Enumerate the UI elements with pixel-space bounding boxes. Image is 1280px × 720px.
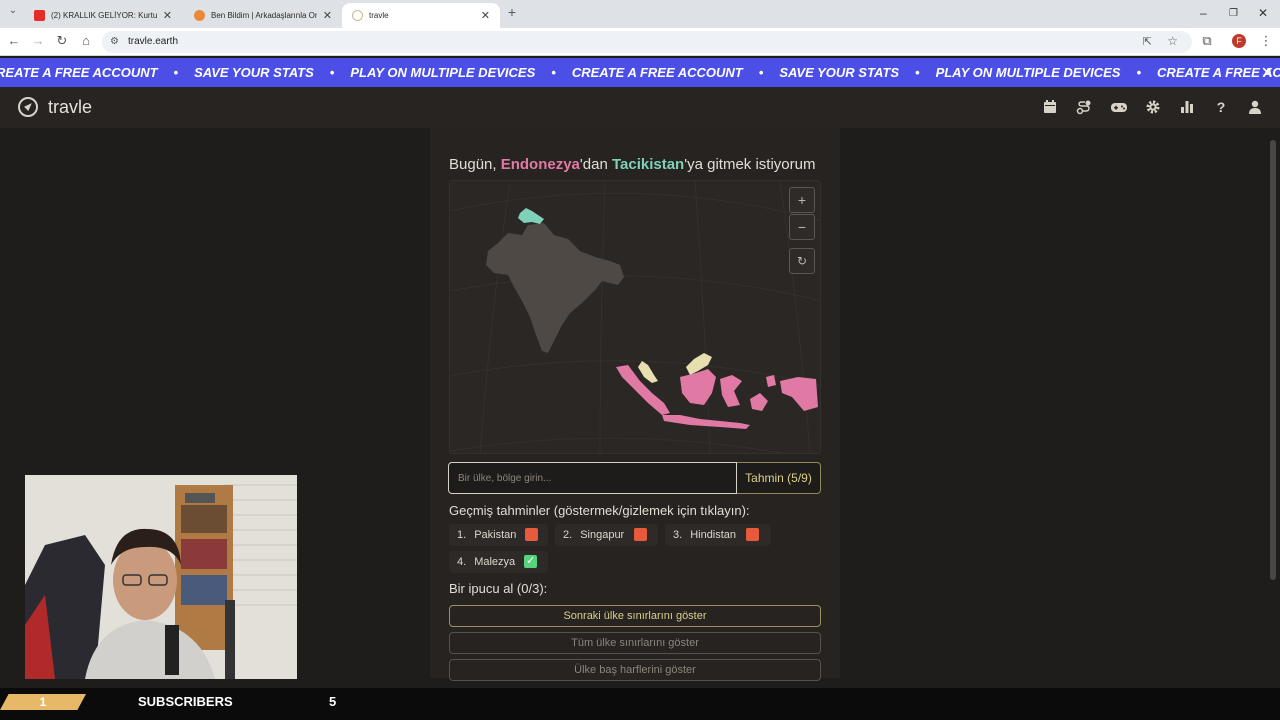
prompt-prefix: Bugün,: [449, 156, 501, 173]
app-header: travle ?: [0, 87, 1280, 128]
browser-tab-youtube[interactable]: (2) KRALLIK GELİYOR: Kurtuluş ✕: [24, 3, 182, 28]
close-tab-icon[interactable]: ✕: [163, 9, 172, 22]
game-prompt: Bugün, Endonezya'dan Tacikistan'ya gitme…: [449, 156, 815, 173]
restore-icon[interactable]: ❐: [1229, 8, 1238, 19]
close-tab-icon[interactable]: ✕: [323, 9, 332, 22]
guess-submit-button[interactable]: Tahmin (5/9): [737, 462, 821, 494]
subscriber-bar: 1 SUBSCRIBERS 5: [0, 688, 1280, 720]
subscriber-count: 5: [329, 694, 337, 709]
banner-item: CREATE A FREE ACCOUNT: [571, 65, 743, 80]
page-scrollbar[interactable]: [1270, 140, 1276, 580]
banner-separator: •: [1136, 65, 1142, 80]
zoom-out-button[interactable]: −: [789, 214, 815, 240]
extensions-icon[interactable]: ⧉: [1198, 33, 1216, 49]
user-icon[interactable]: [1247, 99, 1263, 115]
country-guess-input[interactable]: [448, 462, 737, 494]
gamepad-icon[interactable]: [1110, 99, 1128, 115]
new-tab-button[interactable]: +: [503, 4, 521, 20]
hint-initials-button[interactable]: Ülke baş harflerini göster: [449, 659, 821, 681]
banner-separator: •: [329, 65, 335, 80]
target-country: Tacikistan: [611, 156, 685, 173]
promo-banner-text: REATE A FREE ACCOUNT • SAVE YOUR STATS • PLA…: [0, 65, 1280, 80]
tab-title: (2) KRALLIK GELİYOR: Kurtuluş: [51, 11, 157, 20]
reset-view-button[interactable]: ↻: [789, 248, 815, 274]
help-icon[interactable]: ?: [1213, 99, 1229, 115]
wrong-mark-icon: [746, 528, 759, 541]
bar-chart-icon[interactable]: [1179, 99, 1195, 115]
start-country: Endonezya: [500, 156, 580, 173]
promo-banner: REATE A FREE ACCOUNT • SAVE YOUR STATS • PLA…: [0, 58, 1280, 87]
subscriber-rank-badge: 1: [0, 694, 86, 710]
map-view[interactable]: + − ↻: [449, 180, 821, 454]
map-graticule: [450, 181, 820, 453]
browser-tab-strip: ⌄ (2) KRALLIK GELİYOR: Kurtuluş ✕ Ben Bi…: [0, 0, 1280, 28]
compass-icon: [352, 10, 363, 21]
zoom-in-button[interactable]: +: [789, 187, 815, 213]
browser-toolbar: ← → ↻ ⌂ ⚙ travle.earth ⇱ ☆ ⧉ F ⋮: [0, 28, 1280, 56]
back-icon[interactable]: ←: [5, 33, 23, 48]
forward-icon[interactable]: →: [29, 33, 47, 48]
close-window-icon[interactable]: ✕: [1258, 6, 1268, 20]
home-icon[interactable]: ⌂: [77, 33, 95, 48]
address-bar[interactable]: ⚙ travle.earth ⇱ ☆: [102, 31, 1192, 53]
close-banner-icon[interactable]: ✕: [1261, 63, 1274, 83]
banner-item: PLAY ON MULTIPLE DEVICES: [350, 65, 536, 80]
guess-number: 3.: [673, 529, 683, 541]
banner-separator: •: [915, 65, 920, 80]
guess-chip-4[interactable]: 4. Malezya: [449, 550, 548, 573]
guess-number: 2.: [563, 529, 573, 541]
compass-logo-icon[interactable]: [18, 97, 38, 117]
banner-item: SAVE YOUR STATS: [779, 65, 899, 80]
banner-item: REATE A FREE ACCOUNT: [0, 65, 158, 80]
close-tab-icon[interactable]: ✕: [481, 9, 490, 22]
guess-chip-1[interactable]: 1. Pakistan: [449, 524, 548, 546]
map-svg[interactable]: [450, 181, 821, 454]
webcam-overlay: [25, 475, 297, 679]
guess-name: Hindistan: [690, 529, 737, 541]
banner-item: SAVE YOUR STATS: [194, 65, 314, 80]
gear-icon[interactable]: [1145, 99, 1161, 115]
banner-separator: •: [551, 65, 556, 80]
prompt-middle: 'dan: [579, 156, 612, 173]
reload-icon[interactable]: ↻: [53, 33, 71, 49]
url-text: travle.earth: [128, 36, 179, 47]
profile-avatar-icon[interactable]: F: [1232, 34, 1246, 48]
correct-check-icon: [524, 550, 537, 572]
guess-chip-2[interactable]: 2. Singapur: [555, 524, 658, 546]
webcam-feed-image: [25, 475, 297, 679]
youtube-icon: [34, 10, 45, 21]
site-info-icon[interactable]: ⚙: [110, 36, 119, 47]
wrong-mark-icon: [525, 528, 538, 541]
guess-name: Pakistan: [474, 529, 517, 541]
route-icon[interactable]: [1076, 99, 1092, 115]
tab-search-icon[interactable]: ⌄: [4, 5, 22, 16]
calendar-icon[interactable]: [1042, 99, 1058, 115]
guess-number: 1.: [457, 529, 467, 541]
menu-kebab-icon[interactable]: ⋮: [1257, 33, 1275, 49]
hint-all-borders-button[interactable]: Tüm ülke sınırlarını göster: [449, 632, 821, 654]
banner-separator: •: [173, 65, 179, 80]
guess-number: 4.: [457, 556, 467, 568]
guess-name: Malezya: [474, 556, 516, 568]
hint-next-borders-button[interactable]: Sonraki ülke sınırlarını göster: [449, 605, 821, 627]
wrong-mark-icon: [634, 528, 647, 541]
banner-separator: •: [758, 65, 764, 80]
browser-tab-travle[interactable]: travle ✕: [342, 3, 500, 28]
guess-name: Singapur: [580, 529, 625, 541]
tab-title: Ben Bildim | Arkadaşlarınla Onli: [211, 11, 317, 20]
tajikistan-shape: [518, 208, 544, 224]
install-app-icon[interactable]: ⇱: [1143, 35, 1152, 48]
subscriber-label: SUBSCRIBERS: [138, 694, 233, 709]
app-brand[interactable]: travle: [48, 97, 92, 118]
minimize-icon[interactable]: –: [1200, 6, 1207, 20]
benbildim-icon: [194, 10, 205, 21]
guess-history-title[interactable]: Geçmiş tahminler (göstermek/gizlemek içi…: [449, 503, 750, 518]
bookmark-star-icon[interactable]: ☆: [1167, 34, 1178, 48]
tab-title: travle: [369, 11, 389, 20]
prompt-suffix: 'ya gitmek istiyorum: [684, 156, 816, 173]
guess-chip-3[interactable]: 3. Hindistan: [665, 524, 771, 546]
banner-item: PLAY ON MULTIPLE DEVICES: [935, 65, 1121, 80]
browser-tab-benbildim[interactable]: Ben Bildim | Arkadaşlarınla Onli ✕: [184, 3, 342, 28]
hint-title: Bir ipucu al (0/3):: [449, 581, 548, 596]
